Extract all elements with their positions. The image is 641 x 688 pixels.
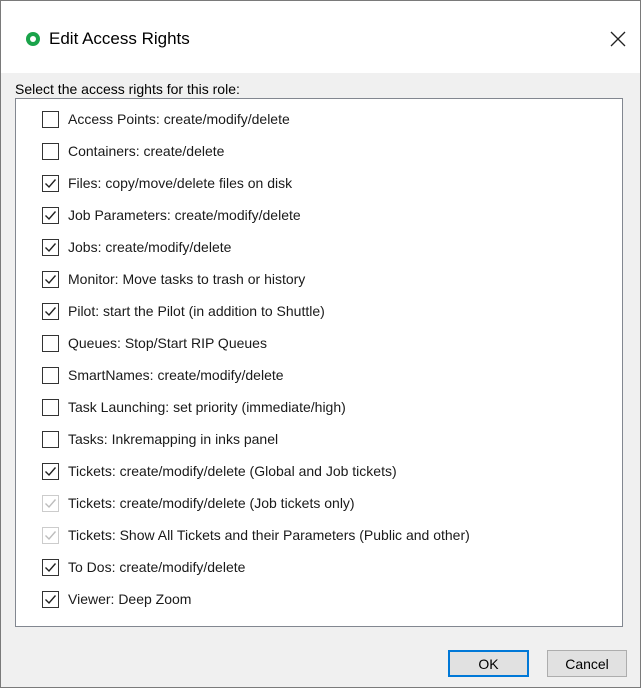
access-right-label: Tasks: Inkremapping in inks panel (68, 431, 279, 447)
checkbox[interactable] (42, 174, 59, 192)
checkbox[interactable] (42, 238, 59, 256)
close-button[interactable] (596, 19, 640, 59)
access-right-item[interactable]: Pilot: start the Pilot (in addition to S… (42, 297, 325, 325)
access-right-label: Containers: create/delete (68, 143, 225, 159)
access-right-label: Tickets: create/modify/delete (Global an… (68, 463, 397, 479)
access-right-item[interactable]: Containers: create/delete (42, 137, 224, 165)
checkmark-icon (45, 498, 57, 508)
checkmark-icon (45, 306, 57, 316)
access-right-item[interactable]: Queues: Stop/Start RIP Queues (42, 329, 267, 357)
checkmark-icon (45, 210, 57, 220)
access-right-label: Tickets: Show All Tickets and their Para… (68, 527, 470, 543)
checkbox[interactable] (42, 270, 59, 288)
access-right-item[interactable]: Tickets: create/modify/delete (Job ticke… (42, 489, 355, 517)
edit-access-rights-dialog: Edit Access Rights Select the access rig… (0, 0, 641, 688)
access-right-label: SmartNames: create/modify/delete (68, 367, 284, 383)
access-right-item[interactable]: Access Points: create/modify/delete (42, 105, 290, 133)
ok-button[interactable]: OK (448, 650, 529, 677)
checkmark-icon (45, 178, 57, 188)
checkbox[interactable] (42, 526, 59, 544)
close-icon (610, 31, 626, 47)
checkmark-icon (45, 530, 57, 540)
checkbox[interactable] (42, 206, 59, 224)
access-right-label: To Dos: create/modify/delete (68, 559, 246, 575)
access-right-label: Job Parameters: create/modify/delete (68, 207, 301, 223)
checkbox[interactable] (42, 366, 59, 384)
dialog-title: Edit Access Rights (49, 29, 190, 48)
access-right-label: Tickets: create/modify/delete (Job ticke… (68, 495, 355, 511)
checkmark-icon (45, 466, 57, 476)
checkmark-icon (45, 274, 57, 284)
title-bar: Edit Access Rights (1, 1, 640, 73)
app-circle-icon (26, 32, 40, 46)
access-right-item[interactable]: Tasks: Inkremapping in inks panel (42, 425, 278, 453)
checkbox[interactable] (42, 494, 59, 512)
access-right-item[interactable]: Task Launching: set priority (immediate/… (42, 393, 346, 421)
checkbox[interactable] (42, 110, 59, 128)
instruction-label: Select the access rights for this role: (15, 81, 240, 97)
access-right-label: Viewer: Deep Zoom (68, 591, 192, 607)
access-right-label: Files: copy/move/delete files on disk (68, 175, 293, 191)
access-right-label: Access Points: create/modify/delete (68, 111, 290, 127)
access-right-item[interactable]: Tickets: create/modify/delete (Global an… (42, 457, 397, 485)
access-right-item[interactable]: Job Parameters: create/modify/delete (42, 201, 301, 229)
access-rights-list[interactable]: Access Points: create/modify/delete Cont… (15, 98, 623, 627)
access-right-item[interactable]: Jobs: create/modify/delete (42, 233, 231, 261)
access-right-label: Jobs: create/modify/delete (68, 239, 232, 255)
access-right-label: Queues: Stop/Start RIP Queues (68, 335, 267, 351)
access-right-label: Pilot: start the Pilot (in addition to S… (68, 303, 325, 319)
checkbox[interactable] (42, 302, 59, 320)
access-right-item[interactable]: Viewer: Deep Zoom (42, 585, 191, 613)
access-right-item[interactable]: Monitor: Move tasks to trash or history (42, 265, 305, 293)
access-right-item[interactable]: SmartNames: create/modify/delete (42, 361, 284, 389)
access-right-item[interactable]: To Dos: create/modify/delete (42, 553, 245, 581)
checkbox[interactable] (42, 558, 59, 576)
access-right-label: Monitor: Move tasks to trash or history (68, 271, 306, 287)
checkbox[interactable] (42, 462, 59, 480)
checkbox[interactable] (42, 142, 59, 160)
access-right-item[interactable]: Files: copy/move/delete files on disk (42, 169, 292, 197)
access-right-label: Task Launching: set priority (immediate/… (68, 399, 346, 415)
checkmark-icon (45, 242, 57, 252)
access-right-item[interactable]: Tickets: Show All Tickets and their Para… (42, 521, 470, 549)
checkbox[interactable] (42, 334, 59, 352)
checkmark-icon (45, 562, 57, 572)
checkbox[interactable] (42, 590, 59, 608)
cancel-button[interactable]: Cancel (547, 650, 627, 677)
checkbox[interactable] (42, 430, 59, 448)
checkbox[interactable] (42, 398, 59, 416)
checkmark-icon (45, 594, 57, 604)
